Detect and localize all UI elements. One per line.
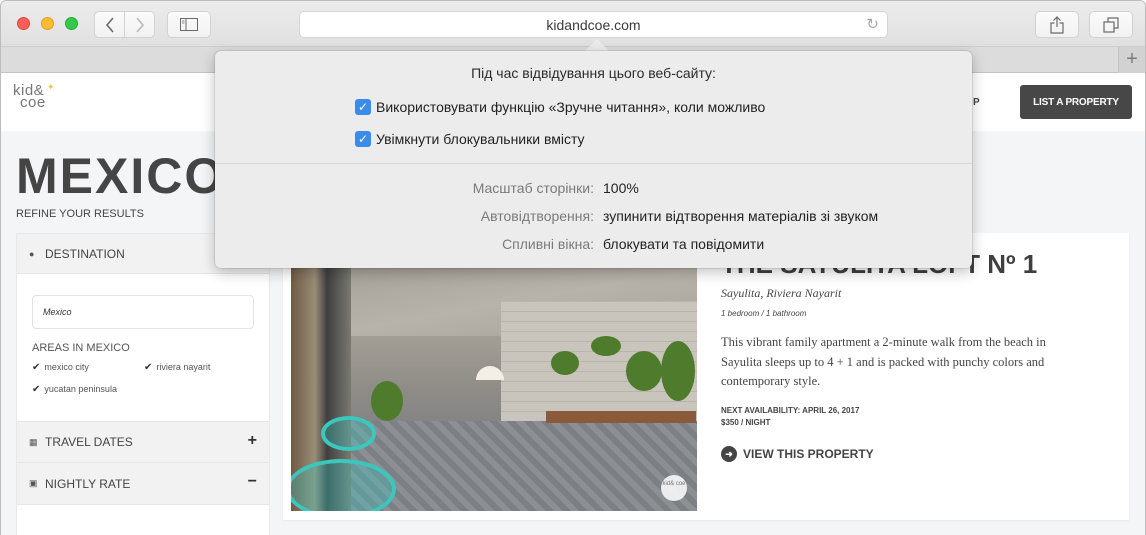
nav-link-partial[interactable]: P (973, 97, 980, 108)
property-photo[interactable]: kid& coe (291, 241, 697, 511)
destination-label: DESTINATION (45, 246, 125, 261)
nightly-rate-label: NIGHTLY RATE (45, 476, 131, 491)
site-logo[interactable]: kid& ✦ coe (13, 82, 55, 111)
star-icon: ✦ (47, 82, 56, 92)
close-window-button[interactable] (17, 17, 30, 30)
property-rooms: 1 bedroom / 1 bathroom (721, 309, 807, 318)
calendar-icon: ▦ (29, 436, 38, 447)
property-card: kid& coe THE SAYULITA LOFT Nº 1 Sayulita… (283, 233, 1129, 520)
photo-plant (551, 351, 579, 375)
nightly-rate-filter-header[interactable]: ▣ NIGHTLY RATE − (17, 463, 269, 505)
photo-chair (321, 416, 376, 451)
new-tab-button[interactable]: + (1118, 47, 1145, 73)
reload-icon[interactable]: ↻ (866, 15, 879, 33)
website-settings-popover: Під час відвідування цього веб-сайту: ✓ … (215, 51, 972, 268)
url-text: kidandcoe.com (546, 16, 641, 33)
chevron-left-icon (105, 16, 114, 33)
area-label: mexico city (44, 362, 89, 372)
destination-input[interactable]: Mexico (32, 295, 254, 329)
photo-table (546, 411, 696, 423)
expand-plus-icon[interactable]: + (248, 432, 257, 450)
view-property-label: VIEW THIS PROPERTY (743, 447, 874, 461)
share-button[interactable] (1035, 11, 1079, 38)
reader-mode-checkbox[interactable]: ✓ Використовувати функцію «Зручне читанн… (355, 99, 765, 115)
areas-title: AREAS IN MEXICO (32, 342, 130, 354)
checkbox-checked-icon: ✓ (355, 99, 371, 115)
show-all-tabs-button[interactable] (1089, 11, 1133, 38)
checkmark-icon: ✔ (144, 362, 153, 373)
travel-dates-filter-header[interactable]: ▦ TRAVEL DATES + (17, 421, 269, 463)
sidebar-icon (180, 18, 198, 31)
price-text: $350 / NIGHT (721, 418, 771, 427)
popover-arrow (585, 39, 609, 51)
availability-text: NEXT AVAILABILITY: APRIL 26, 2017 (721, 406, 860, 415)
area-checkbox-riviera-nayarit[interactable]: ✔ riviera nayarit (144, 362, 210, 373)
travel-dates-label: TRAVEL DATES (45, 435, 133, 449)
collapse-minus-icon[interactable]: − (248, 473, 257, 491)
back-button[interactable] (94, 11, 125, 38)
area-label: riviera nayarit (156, 362, 211, 372)
logo-text-bottom: coe (20, 94, 46, 111)
sidebar-button[interactable] (167, 11, 211, 38)
autoplay-value[interactable]: зупинити відтворення матеріалів зі звуко… (603, 208, 878, 224)
popover-divider (215, 163, 972, 164)
checkbox-label: Використовувати функцію «Зручне читання»… (376, 99, 766, 115)
area-checkbox-mexico-city[interactable]: ✔ mexico city (32, 362, 89, 373)
setting-label: Спливні вікна: (502, 236, 594, 252)
property-description: This vibrant family apartment a 2-minute… (721, 335, 1046, 388)
checkmark-icon: ✔ (32, 384, 41, 395)
browser-toolbar: kidandcoe.com ↻ (1, 1, 1145, 47)
page-title: MEXICO (16, 148, 226, 204)
popups-value[interactable]: блокувати та повідомити (603, 236, 764, 252)
share-icon (1050, 15, 1064, 34)
tabs-overview-icon (1103, 16, 1119, 33)
photo-plant (371, 381, 403, 421)
arrow-right-circle-icon: ➜ (721, 446, 737, 462)
destination-filter-body: Mexico AREAS IN MEXICO ✔ mexico city ✔ riv… (17, 274, 269, 421)
checkmark-icon: ✔ (32, 362, 41, 373)
area-checkbox-yucatan-peninsula[interactable]: ✔ yucatan peninsula (32, 384, 117, 395)
refine-results-label: REFINE YOUR RESULTS (16, 208, 144, 220)
area-label: yucatan peninsula (44, 384, 117, 394)
checkbox-label: Увімкнути блокувальники вмісту (376, 131, 585, 147)
minimize-window-button[interactable] (41, 17, 54, 30)
forward-button[interactable] (125, 11, 155, 38)
photo-plant (591, 336, 621, 356)
popover-title: Під час відвідування цього веб-сайту: (471, 65, 716, 81)
property-location: Sayulita, Riviera Nayarit (721, 286, 842, 300)
zoom-window-button[interactable] (65, 17, 78, 30)
checkbox-checked-icon: ✓ (355, 131, 371, 147)
photo-lamp (476, 366, 504, 380)
view-property-link[interactable]: ➜ VIEW THIS PROPERTY (721, 446, 874, 462)
list-a-property-button[interactable]: LIST A PROPERTY (1020, 85, 1132, 119)
content-blockers-checkbox[interactable]: ✓ Увімкнути блокувальники вмісту (355, 131, 585, 147)
property-availability: NEXT AVAILABILITY: APRIL 26, 2017 $350 /… (721, 405, 859, 429)
page-zoom-value[interactable]: 100% (603, 180, 639, 196)
browser-window: kidandcoe.com ↻ + kid& ✦ coe P LIST A PR… (0, 0, 1146, 535)
chevron-right-icon (135, 16, 144, 33)
globe-icon: ● (29, 248, 35, 259)
photo-watermark: kid& coe (661, 475, 687, 501)
setting-label: Масштаб сторінки: (472, 180, 594, 196)
filters-panel: ● DESTINATION Mexico AREAS IN MEXICO ✔ me… (16, 233, 270, 535)
setting-label: Автовідтворення: (480, 208, 594, 224)
photo-plant (626, 351, 662, 391)
money-icon: ▣ (29, 478, 38, 488)
photo-plant (661, 341, 695, 401)
address-bar[interactable]: kidandcoe.com ↻ (299, 11, 888, 38)
